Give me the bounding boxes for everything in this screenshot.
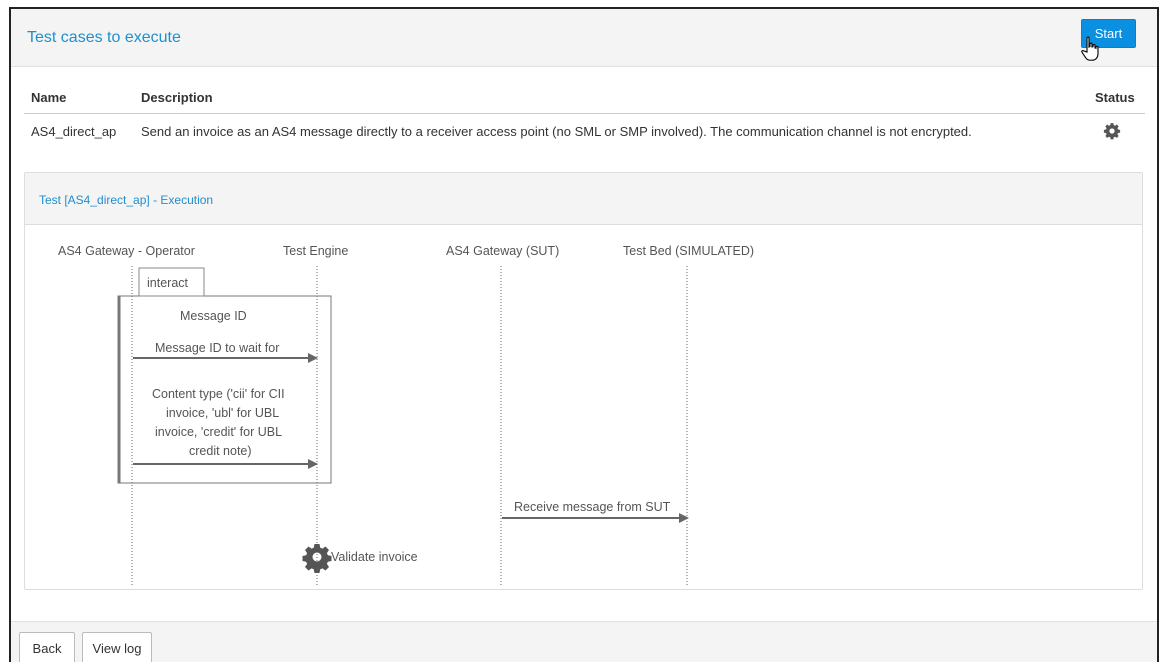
back-button[interactable]: Back (19, 632, 75, 662)
column-header-name: Name (31, 90, 67, 105)
view-log-button[interactable]: View log (82, 632, 152, 662)
test-case-name: AS4_direct_ap (31, 124, 117, 139)
column-header-description: Description (141, 90, 213, 105)
gear-icon (1103, 123, 1121, 140)
execution-panel: Test [AS4_direct_ap] - Execution (24, 172, 1143, 590)
hand-cursor-icon (1081, 36, 1099, 61)
table-divider (24, 113, 1145, 114)
test-case-description: Send an invoice as an AS4 message direct… (141, 124, 972, 139)
panel-title: Test cases to execute (27, 29, 181, 46)
execution-header: Test [AS4_direct_ap] - Execution (25, 173, 1142, 225)
panel-footer: Back View log (11, 621, 1157, 662)
test-cases-panel: Test cases to execute Start Name Descrip… (9, 7, 1159, 662)
column-header-status: Status (1095, 90, 1135, 105)
panel-header: Test cases to execute Start (11, 9, 1157, 67)
execution-title: Test [AS4_direct_ap] - Execution (39, 193, 214, 207)
